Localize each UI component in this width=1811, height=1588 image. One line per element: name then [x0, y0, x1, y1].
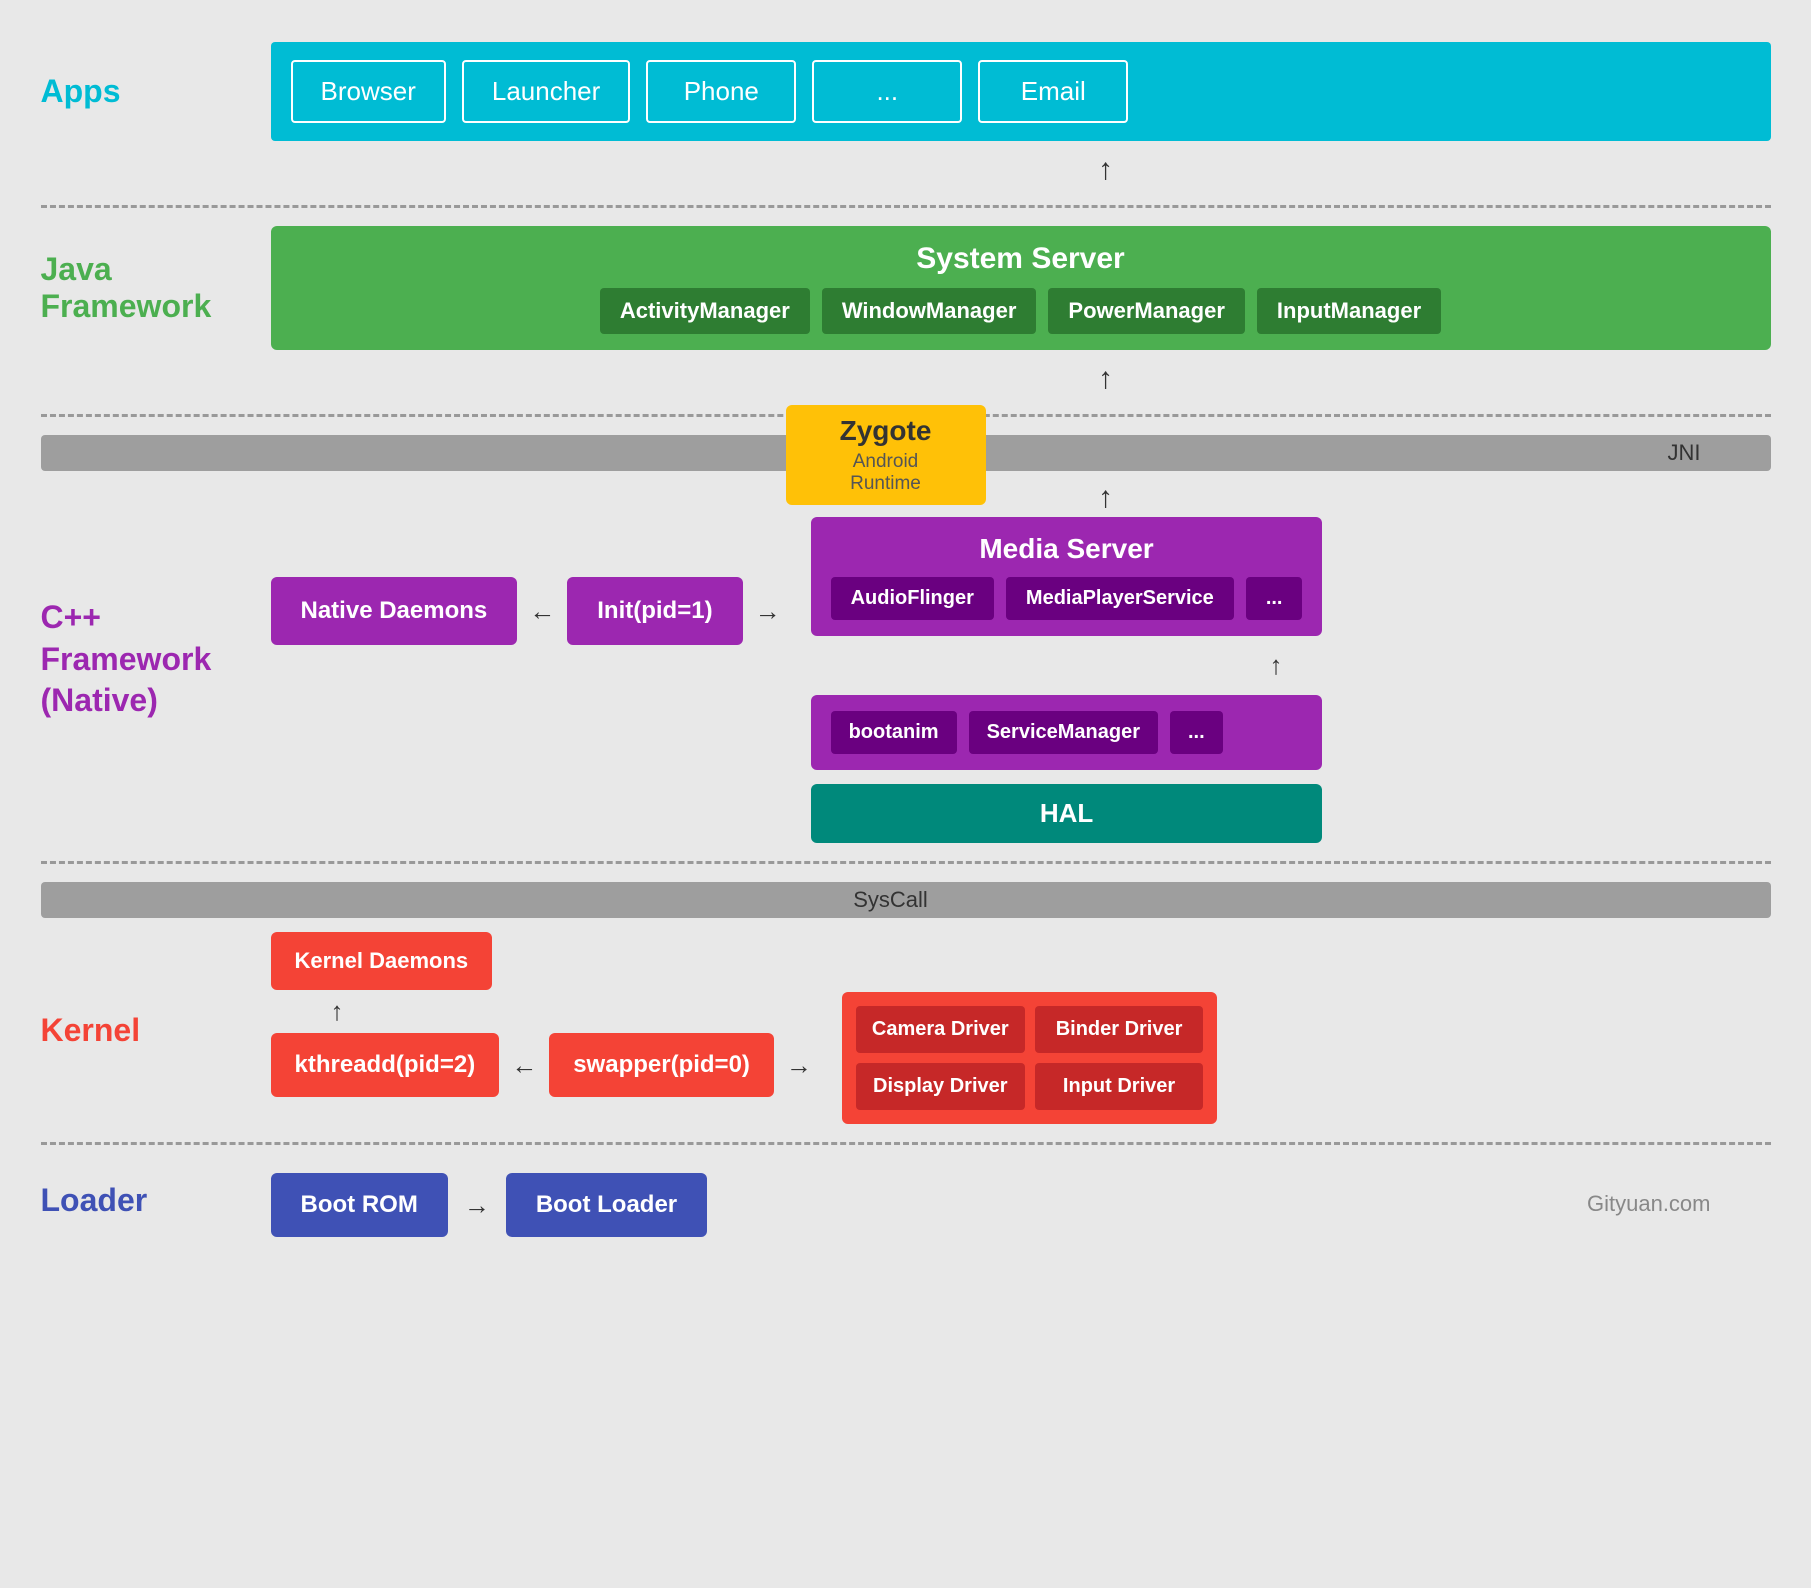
arrow-zygote-to-ss: ↑ — [41, 362, 1771, 396]
hal-box: HAL — [811, 784, 1323, 843]
arrow-kt-left: ← — [511, 1050, 537, 1081]
zygote-sub: Android Runtime — [816, 451, 956, 495]
ms-audio-flinger: AudioFlinger — [831, 577, 994, 620]
dashed-line-4 — [41, 1142, 1771, 1145]
init-box: Init(pid=1) — [567, 577, 742, 645]
native-daemons-box: Native Daemons — [271, 577, 518, 645]
zygote-title: Zygote — [816, 415, 956, 447]
drivers-grid: Camera Driver Binder Driver Display Driv… — [842, 992, 1218, 1124]
cpp-right-col: Media Server AudioFlinger MediaPlayerSer… — [811, 517, 1323, 843]
is-ellipsis: ... — [1170, 711, 1223, 754]
native-init-row: Native Daemons ← Init(pid=1) → — [271, 577, 781, 645]
arrow-is-to-ms: ↑ — [811, 650, 1323, 681]
kernel-content: Kernel Daemons ↑ kthreadd(pid=2) ← swapp… — [271, 932, 1771, 1124]
driver-display: Display Driver — [856, 1063, 1025, 1110]
apps-row: Browser Launcher Phone ... Email — [271, 42, 1771, 141]
ss-input-manager: InputManager — [1257, 288, 1441, 334]
arrow-kd-down: ↑ — [271, 996, 344, 1027]
driver-binder: Binder Driver — [1035, 1006, 1204, 1053]
kernel-right: Camera Driver Binder Driver Display Driv… — [842, 932, 1218, 1124]
kernel-layer: Kernel Kernel Daemons ↑ kthreadd(pid=2) … — [41, 932, 1771, 1124]
arrow-init-right: → — [755, 596, 781, 627]
java-framework-layer: Java Framework System Server ActivityMan… — [41, 226, 1771, 350]
is-service-manager: ServiceManager — [969, 711, 1158, 754]
app-phone: Phone — [646, 60, 796, 123]
java-framework-label: Java Framework — [41, 251, 212, 324]
jni-label: JNI — [1668, 440, 1701, 466]
kernel-label: Kernel — [41, 1012, 141, 1048]
zygote-jni-area: JNI Zygote Android Runtime — [41, 435, 1771, 471]
ss-window-manager: WindowManager — [822, 288, 1037, 334]
boot-rom-box: Boot ROM — [271, 1173, 448, 1237]
driver-camera: Camera Driver — [856, 1006, 1025, 1053]
media-server-items: AudioFlinger MediaPlayerService ... — [831, 577, 1303, 620]
kthreadd-box: kthreadd(pid=2) — [271, 1033, 500, 1097]
app-ellipsis: ... — [812, 60, 962, 123]
loader-label: Loader — [41, 1182, 148, 1218]
loader-row: Boot ROM → Boot Loader — [271, 1163, 1771, 1237]
app-launcher: Launcher — [462, 60, 630, 123]
kernel-left: Kernel Daemons ↑ kthreadd(pid=2) ← swapp… — [271, 932, 812, 1097]
app-browser: Browser — [291, 60, 446, 123]
cpp-framework-layer: C++ Framework(Native) Native Daemons ← I… — [41, 517, 1771, 843]
arrow-nd-left: ← — [529, 596, 555, 627]
apps-label: Apps — [41, 73, 121, 109]
zygote-box: Zygote Android Runtime — [786, 405, 986, 505]
kthreadd-swapper-row: kthreadd(pid=2) ← swapper(pid=0) → — [271, 1033, 812, 1097]
syscall-label: SysCall — [853, 887, 928, 913]
app-email: Email — [978, 60, 1128, 123]
arrow-boot-rom-to-loader: → — [464, 1190, 490, 1221]
system-server-items: ActivityManager WindowManager PowerManag… — [291, 288, 1751, 334]
init-services-box: bootanim ServiceManager ... — [811, 695, 1323, 770]
media-server-box: Media Server AudioFlinger MediaPlayerSer… — [811, 517, 1323, 636]
dashed-line-1 — [41, 205, 1771, 208]
cpp-left-col: Native Daemons ← Init(pid=1) → — [271, 517, 781, 645]
media-server-title: Media Server — [831, 533, 1303, 565]
ms-ellipsis: ... — [1246, 577, 1303, 620]
apps-layer: Apps Browser Launcher Phone ... Email — [41, 42, 1771, 141]
diagram: Apps Browser Launcher Phone ... Email ↑ … — [41, 42, 1771, 1237]
loader-layer: Loader Boot ROM → Boot Loader — [41, 1163, 1771, 1237]
dashed-line-3 — [41, 861, 1771, 864]
ms-media-player: MediaPlayerService — [1006, 577, 1234, 620]
watermark: Gityuan.com — [1587, 1191, 1711, 1217]
system-server-box: System Server ActivityManager WindowMana… — [271, 226, 1771, 350]
boot-loader-box: Boot Loader — [506, 1173, 707, 1237]
ss-power-manager: PowerManager — [1048, 288, 1245, 334]
arrow-sw-right: → — [786, 1050, 812, 1081]
swapper-box: swapper(pid=0) — [549, 1033, 774, 1097]
kd-column: Kernel Daemons ↑ kthreadd(pid=2) ← swapp… — [271, 932, 812, 1097]
is-bootanim: bootanim — [831, 711, 957, 754]
cpp-framework-label: C++ Framework(Native) — [41, 599, 212, 718]
system-server-title: System Server — [291, 242, 1751, 276]
kernel-daemons-box: Kernel Daemons — [271, 932, 493, 990]
ss-activity-manager: ActivityManager — [600, 288, 810, 334]
arrow-ss-to-apps: ↑ — [41, 153, 1771, 187]
gray-bar-syscall: SysCall — [41, 882, 1771, 918]
driver-input: Input Driver — [1035, 1063, 1204, 1110]
